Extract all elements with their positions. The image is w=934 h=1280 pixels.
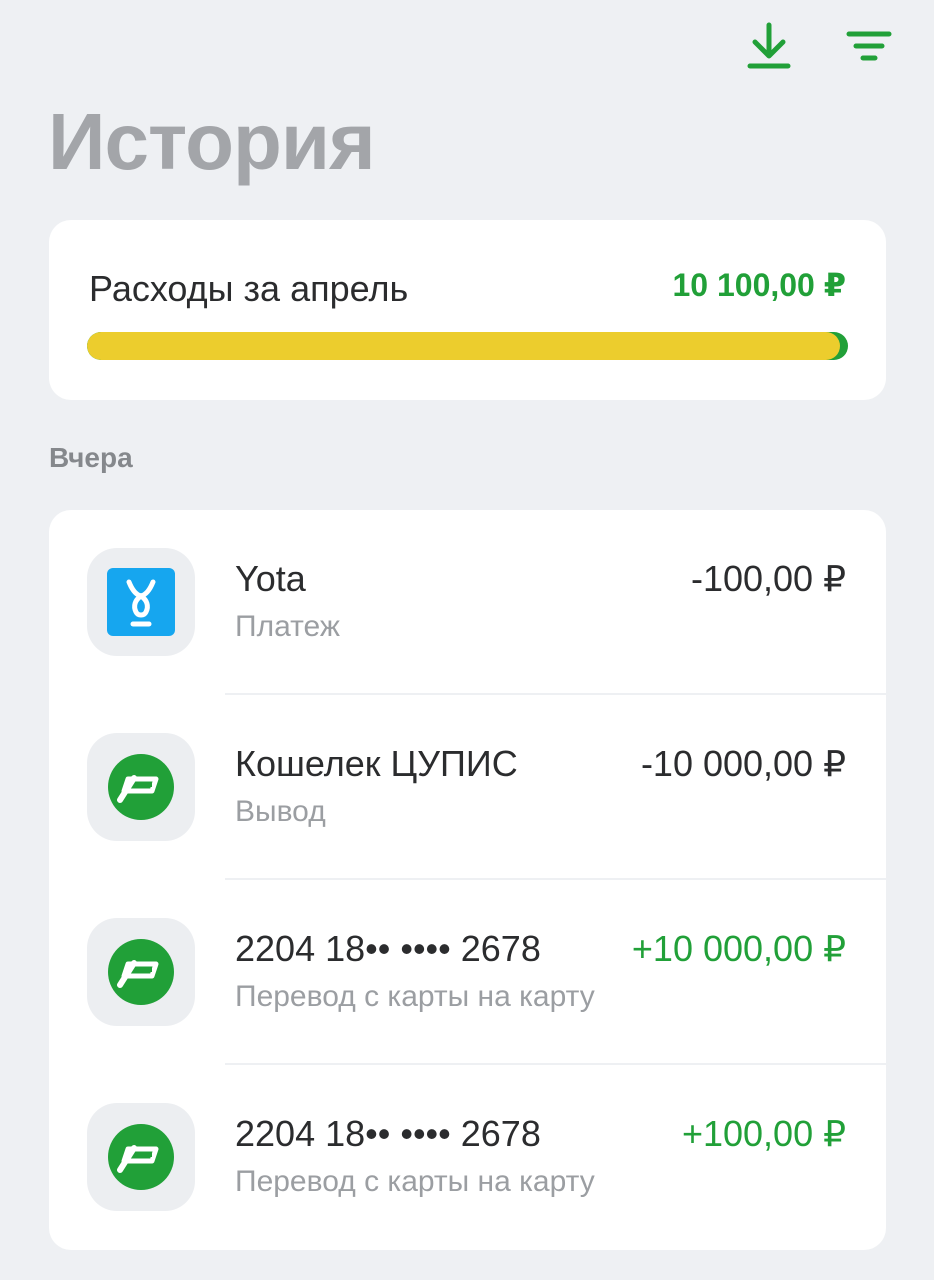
top-actions xyxy=(744,18,894,74)
transaction-amount: -10 000,00 ₽ xyxy=(640,743,846,784)
transaction-name: Кошелек ЦУПИС xyxy=(235,743,518,784)
transaction-row[interactable]: 2204 18•• •••• 2678 Перевод с карты на к… xyxy=(49,1065,886,1250)
transaction-row[interactable]: 2204 18•• •••• 2678 Перевод с карты на к… xyxy=(49,880,886,1065)
expenses-amount: 10 100,00 ₽ xyxy=(672,267,846,303)
expenses-label: Расходы за апрель xyxy=(89,268,409,309)
transaction-row[interactable]: Кошелек ЦУПИС Вывод -10 000,00 ₽ xyxy=(49,695,886,880)
expenses-progress-bar xyxy=(87,332,848,360)
date-section-label: Вчера xyxy=(49,442,133,473)
transaction-type: Перевод с карты на карту xyxy=(235,1165,595,1198)
sber-logo-icon xyxy=(87,918,195,1026)
transaction-row[interactable]: Yota Платеж -100,00 ₽ xyxy=(49,510,886,695)
download-icon[interactable] xyxy=(744,18,794,74)
transaction-amount: +100,00 ₽ xyxy=(681,1113,846,1154)
transaction-name: 2204 18•• •••• 2678 xyxy=(235,1113,541,1154)
transactions-list: Yota Платеж -100,00 ₽ Кошелек ЦУПИС Выво… xyxy=(49,510,886,1250)
page-title: История xyxy=(48,97,376,186)
sber-logo-icon xyxy=(87,733,195,841)
transaction-name: Yota xyxy=(235,558,306,599)
transaction-type: Платеж xyxy=(235,610,340,643)
expenses-summary-card[interactable]: Расходы за апрель 10 100,00 ₽ xyxy=(49,220,886,400)
expenses-progress-fill xyxy=(87,332,841,360)
transaction-type: Вывод xyxy=(235,795,326,828)
filter-icon[interactable] xyxy=(844,18,894,74)
transaction-name: 2204 18•• •••• 2678 xyxy=(235,928,541,969)
transaction-type: Перевод с карты на карту xyxy=(235,980,595,1013)
sber-logo-icon xyxy=(87,1103,195,1211)
transaction-amount: +10 000,00 ₽ xyxy=(631,928,846,969)
yota-logo-icon xyxy=(87,548,195,656)
transaction-amount: -100,00 ₽ xyxy=(690,558,846,599)
